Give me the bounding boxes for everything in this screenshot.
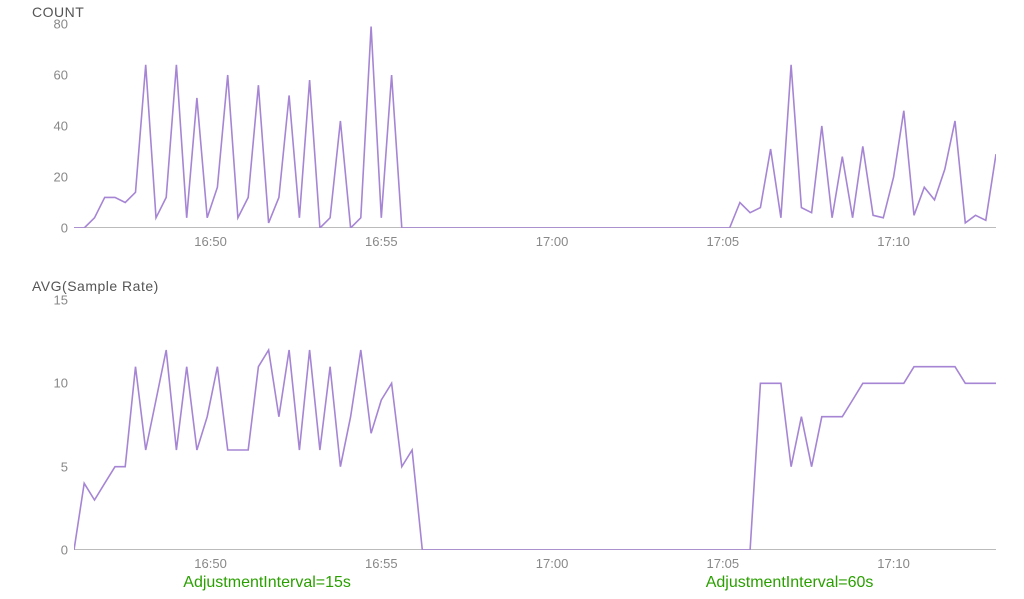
- annotation-label: AdjustmentInterval=15s: [183, 574, 351, 592]
- y-tick-label: 15: [54, 293, 74, 308]
- y-tick-label: 20: [54, 170, 74, 185]
- y-tick-label: 10: [54, 376, 74, 391]
- page: COUNT 02040608016:5016:5517:0017:0517:10…: [0, 0, 1024, 599]
- x-tick-label: 17:10: [877, 550, 910, 571]
- x-tick-label: 17:05: [707, 550, 740, 571]
- y-tick-label: 0: [61, 221, 74, 236]
- chart-svg: [74, 300, 996, 550]
- x-tick-label: 17:00: [536, 228, 569, 249]
- y-tick-label: 80: [54, 17, 74, 32]
- x-tick-label: 17:00: [536, 550, 569, 571]
- x-tick-label: 17:10: [877, 228, 910, 249]
- chart-avg-sample-rate: 05101516:5016:5517:0017:0517:10Adjustmen…: [74, 300, 996, 550]
- x-tick-label: 16:50: [194, 550, 227, 571]
- y-tick-label: 5: [61, 459, 74, 474]
- x-tick-label: 16:50: [194, 228, 227, 249]
- chart-svg: [74, 24, 996, 228]
- chart-title-avg: AVG(Sample Rate): [32, 278, 159, 294]
- y-tick-label: 40: [54, 119, 74, 134]
- chart-count: 02040608016:5016:5517:0017:0517:10: [74, 24, 996, 228]
- annotation-label: AdjustmentInterval=60s: [706, 574, 874, 592]
- y-tick-label: 0: [61, 543, 74, 558]
- x-tick-label: 17:05: [707, 228, 740, 249]
- series-line: [74, 350, 996, 550]
- x-tick-label: 16:55: [365, 550, 398, 571]
- x-tick-label: 16:55: [365, 228, 398, 249]
- series-line: [74, 27, 996, 229]
- y-tick-label: 60: [54, 68, 74, 83]
